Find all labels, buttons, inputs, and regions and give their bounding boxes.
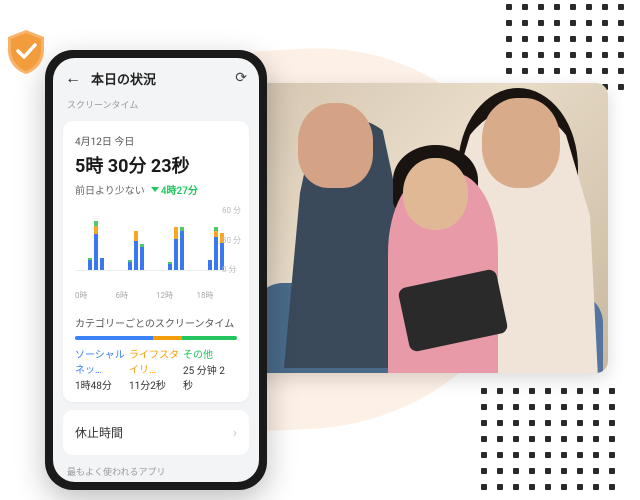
page-title: 本日の状況 (91, 69, 225, 88)
chart-bar (208, 260, 212, 270)
screen-time-card: 4月12日 今日 5時 30分 23秒 前日より少ない 4時27分 60 分30… (63, 121, 249, 402)
delta-value: 4時27分 (161, 182, 198, 197)
category-name: その他 (183, 346, 237, 361)
shield-check-icon (4, 28, 48, 76)
chart-bar (94, 221, 98, 270)
category-item[interactable]: その他 25 分钟 2 秒 (183, 346, 237, 392)
chart-bar (174, 227, 178, 270)
dots-decoration-top (506, 4, 624, 90)
category-value: 11分2秒 (129, 381, 166, 392)
family-photo (248, 83, 608, 373)
chart-x-axis: 0時6時12時18時 (75, 290, 237, 301)
category-value: 1時48分 (75, 381, 112, 392)
delta-badge: 4時27分 (151, 182, 198, 197)
category-legend: ソーシャルネッ… 1時48分 ライフスタイリ… 11分2秒 その他 25 分钟 2 秒 (75, 346, 237, 392)
back-icon[interactable]: ← (65, 68, 81, 88)
category-name: ライフスタイリ… (129, 346, 183, 376)
date-label: 4月12日 今日 (75, 133, 237, 148)
phone-screen: ← 本日の状況 ⟳ スクリーンタイム 4月12日 今日 5時 30分 23秒 前… (53, 58, 259, 482)
chart-x-label: 0時 (75, 290, 116, 301)
chart-bar (168, 262, 172, 270)
dots-decoration-bottom (481, 388, 615, 490)
downtime-label: 休止時間 (75, 424, 123, 441)
chevron-right-icon: › (233, 425, 237, 441)
category-item[interactable]: ライフスタイリ… 11分2秒 (129, 346, 183, 392)
chart-x-label: 6時 (116, 290, 157, 301)
compare-line: 前日より少ない 4時27分 (75, 182, 237, 197)
chart-bar (140, 244, 144, 270)
phone-mockup: ← 本日の状況 ⟳ スクリーンタイム 4月12日 今日 5時 30分 23秒 前… (45, 50, 267, 490)
category-label: カテゴリーごとのスクリーンタイム (75, 315, 237, 330)
chart-bar-group (117, 231, 154, 270)
chart-bar-group (77, 221, 114, 270)
chart-bar (180, 227, 184, 270)
category-name: ソーシャルネッ… (75, 346, 129, 376)
category-bar (75, 336, 237, 340)
chart-bar-group (158, 227, 195, 270)
category-value: 25 分钟 2 秒 (183, 366, 225, 392)
section-label-screentime: スクリーンタイム (53, 96, 259, 115)
chart-bar (88, 258, 92, 270)
hourly-chart: 60 分30 分0 分 (75, 209, 237, 287)
chart-bar (100, 258, 104, 270)
downtime-row[interactable]: 休止時間 › (63, 410, 249, 455)
compare-text: 前日より少ない (75, 182, 145, 197)
category-item[interactable]: ソーシャルネッ… 1時48分 (75, 346, 129, 392)
chart-bar (214, 227, 218, 270)
chart-bar (134, 231, 138, 270)
app-header: ← 本日の状況 ⟳ (53, 58, 259, 96)
chart-bar (128, 260, 132, 270)
down-arrow-icon (151, 187, 159, 192)
refresh-icon[interactable]: ⟳ (235, 70, 247, 86)
total-time: 5時 30分 23秒 (75, 152, 237, 178)
chart-x-label: 12時 (156, 290, 197, 301)
chart-x-label: 18時 (197, 290, 238, 301)
section-label-apps: 最もよく使われるアプリ (53, 463, 259, 482)
